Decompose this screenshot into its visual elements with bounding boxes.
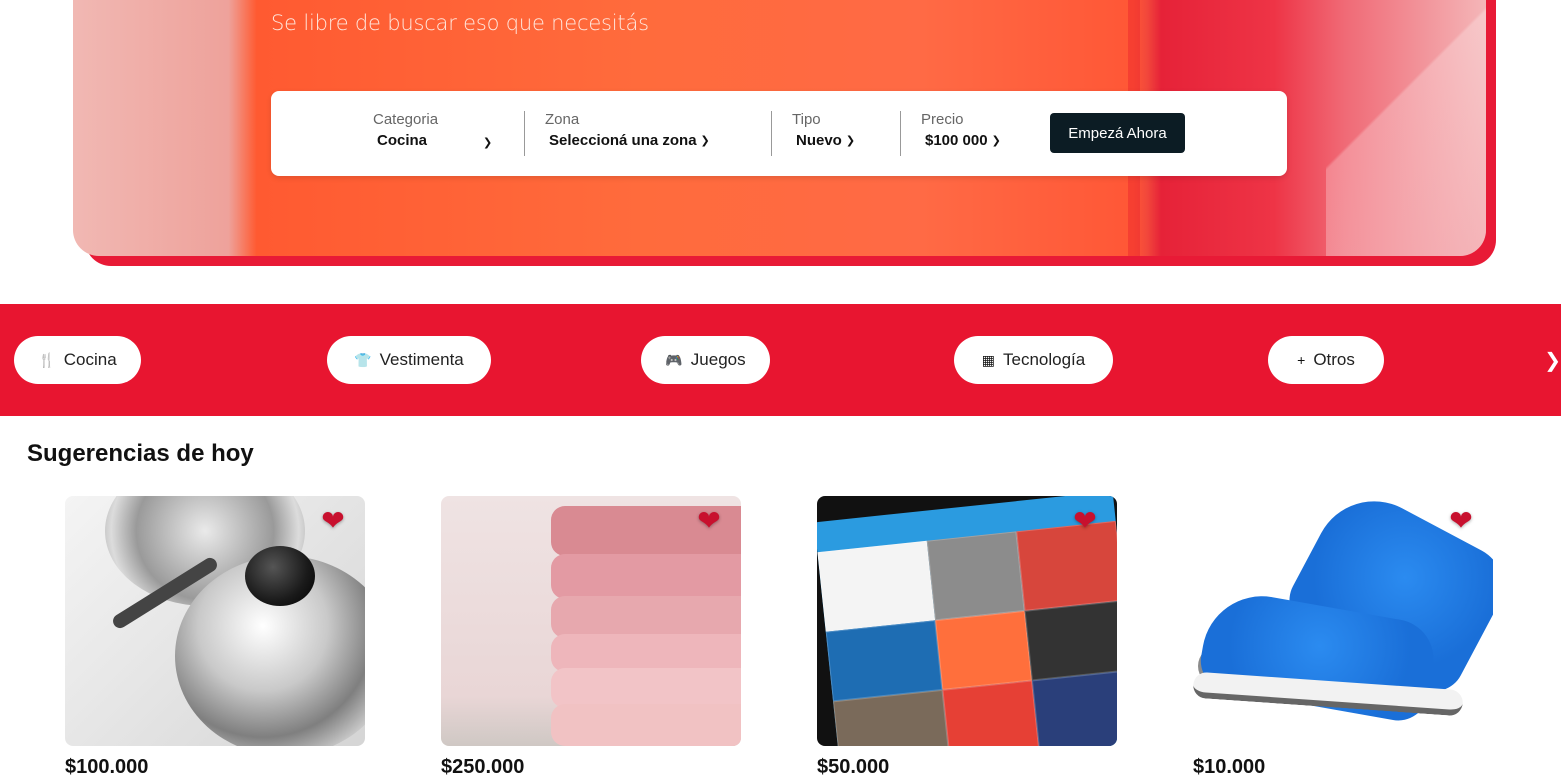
scroll-right-icon[interactable]: ❯ — [1544, 348, 1561, 373]
plus-icon: + — [1297, 352, 1306, 368]
divider — [524, 111, 525, 156]
category-pill-cocina[interactable]: 🍴 Cocina — [14, 336, 141, 384]
product-card[interactable]: ❤ $100.000 — [65, 496, 365, 778]
product-image[interactable]: ❤ — [1193, 496, 1493, 746]
utensils-icon: 🍴 — [38, 352, 56, 368]
category-pill-label: Juegos — [690, 350, 746, 369]
type-value: Nuevo — [796, 132, 842, 149]
category-pill-label: Tecnología — [1003, 350, 1086, 369]
product-price: $50.000 — [817, 756, 890, 778]
start-now-button[interactable]: Empezá Ahora — [1050, 113, 1185, 153]
chevron-down-icon: ❯ — [700, 135, 710, 147]
category-select[interactable]: Categoria Cocina ❯ — [373, 111, 493, 156]
product-card[interactable]: ❤ $250.000 — [441, 496, 741, 778]
category-pill-vestimenta[interactable]: 👕 Vestimenta — [327, 336, 491, 384]
category-pill-label: Vestimenta — [379, 350, 464, 369]
section-title: Sugerencias de hoy — [27, 440, 254, 467]
divider — [900, 111, 901, 156]
heart-icon[interactable]: ❤ — [695, 507, 723, 535]
product-card[interactable]: ❤ $10.000 — [1193, 496, 1493, 778]
category-label: Categoria — [373, 111, 439, 128]
gamepad-icon: 🎮 — [665, 352, 683, 368]
heart-icon[interactable]: ❤ — [319, 507, 347, 535]
product-card[interactable]: ❤ $50.000 — [817, 496, 1117, 778]
category-pill-label: Otros — [1313, 350, 1355, 369]
type-select[interactable]: Tipo Nuevo ❯ — [792, 111, 892, 156]
hero-subtitle: Se libre de buscar eso que necesitás — [271, 11, 649, 35]
product-price: $100.000 — [65, 756, 149, 778]
search-bar: Categoria Cocina ❯ Zona Seleccioná una z… — [271, 91, 1287, 176]
heart-icon[interactable]: ❤ — [1447, 507, 1475, 535]
product-price: $250.000 — [441, 756, 525, 778]
zone-value: Seleccioná una zona — [549, 132, 697, 149]
price-label: Precio — [921, 111, 964, 128]
chevron-down-icon: ❯ — [483, 137, 493, 149]
chip-icon: ▦ — [981, 352, 995, 368]
divider — [771, 111, 772, 156]
product-image[interactable]: ❤ — [817, 496, 1117, 746]
category-bar: 🍴 Cocina 👕 Vestimenta 🎮 Juegos ▦ Tecnolo… — [0, 304, 1561, 416]
chevron-down-icon: ❯ — [845, 135, 856, 147]
category-pill-juegos[interactable]: 🎮 Juegos — [641, 336, 770, 384]
category-pill-label: Cocina — [63, 350, 117, 369]
category-pill-otros[interactable]: + Otros — [1268, 336, 1384, 384]
product-image[interactable]: ❤ — [65, 496, 365, 746]
product-price: $10.000 — [1193, 756, 1266, 778]
category-value: Cocina — [377, 132, 428, 149]
zone-label: Zona — [545, 111, 580, 128]
price-value: $100 000 — [925, 132, 988, 149]
heart-icon[interactable]: ❤ — [1071, 507, 1099, 535]
tshirt-icon: 👕 — [354, 352, 372, 368]
price-select[interactable]: Precio $100 000 ❯ — [921, 111, 1031, 156]
type-label: Tipo — [792, 111, 821, 128]
zone-select[interactable]: Zona Seleccioná una zona ❯ — [545, 111, 745, 156]
hero-decoration — [1326, 0, 1486, 256]
chevron-down-icon: ❯ — [991, 135, 1001, 147]
product-image[interactable]: ❤ — [441, 496, 741, 746]
category-pill-tecnologia[interactable]: ▦ Tecnología — [954, 336, 1113, 384]
